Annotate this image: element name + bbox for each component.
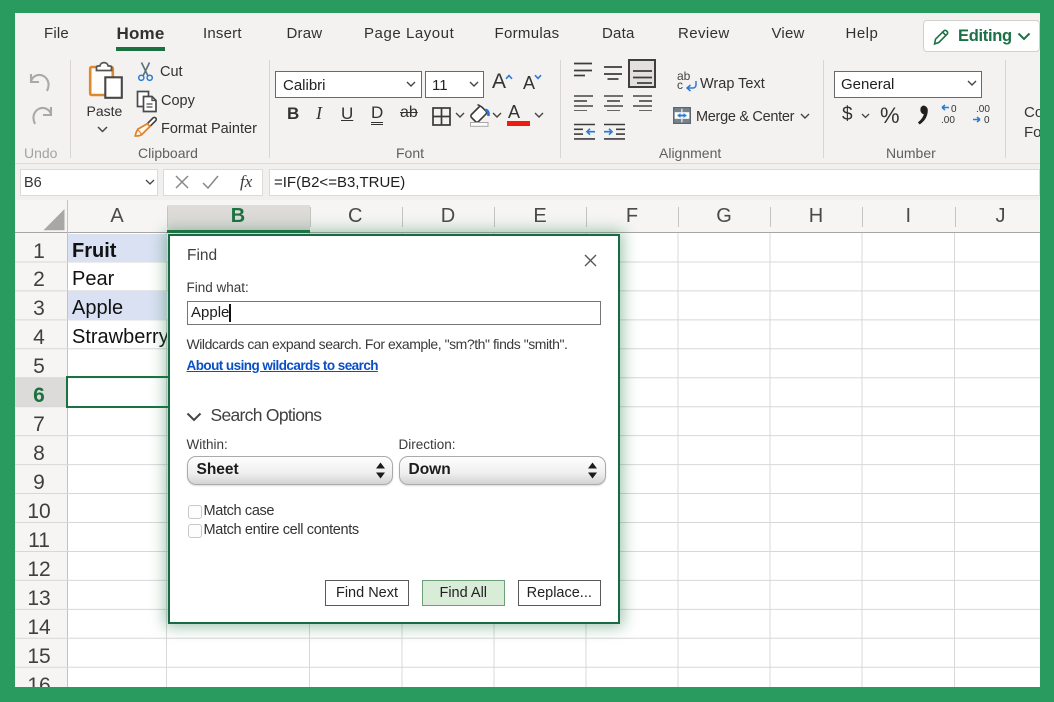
svg-text:0: 0 <box>951 104 957 115</box>
svg-text:.00: .00 <box>941 115 955 125</box>
svg-text:.00: .00 <box>976 104 990 115</box>
svg-text:0: 0 <box>984 115 990 125</box>
